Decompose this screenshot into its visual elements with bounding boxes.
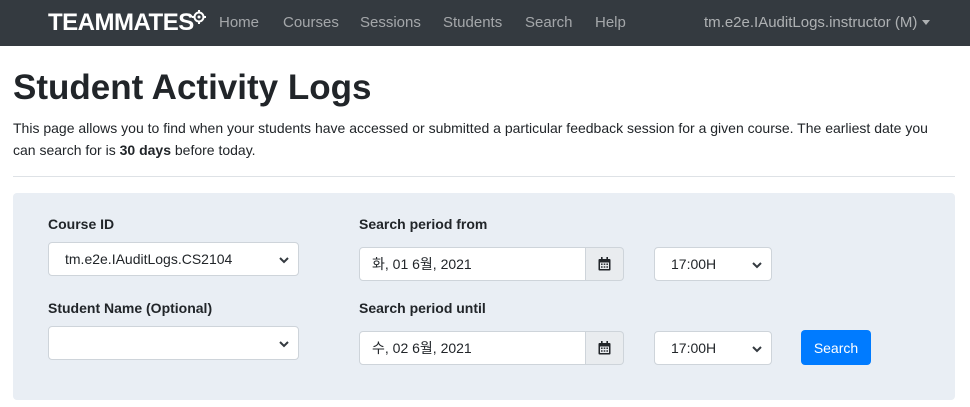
- nav-help[interactable]: Help: [595, 14, 626, 31]
- calendar-icon: [598, 341, 611, 355]
- user-menu[interactable]: tm.e2e.IAuditLogs.instructor (M): [704, 14, 931, 31]
- nav-courses[interactable]: Courses: [283, 14, 339, 31]
- intro-bold: 30 days: [119, 142, 171, 158]
- search-until-label: Search period until: [359, 300, 486, 316]
- until-time-value: 17:00H: [671, 340, 717, 356]
- intro-text-end: before today.: [170, 142, 256, 158]
- navbar: TEAMMATES Home Courses Sessions Students…: [0, 0, 970, 46]
- student-name-label: Student Name (Optional): [48, 300, 213, 316]
- divider: [13, 176, 955, 177]
- caret-down-icon: [922, 20, 931, 25]
- page-title: Student Activity Logs: [13, 68, 372, 107]
- until-calendar-button[interactable]: [586, 331, 624, 365]
- from-time-select[interactable]: 17:00H: [654, 247, 772, 281]
- nav-search[interactable]: Search: [525, 14, 573, 31]
- chevron-down-icon: [752, 262, 762, 269]
- page-description: This page allows you to find when your s…: [13, 117, 953, 161]
- from-date-value: 화, 01 6월, 2021: [372, 256, 472, 272]
- course-id-select[interactable]: tm.e2e.IAuditLogs.CS2104: [48, 242, 299, 276]
- gear-icon: [191, 10, 206, 24]
- chevron-down-icon: [279, 257, 289, 264]
- nav-students[interactable]: Students: [443, 14, 502, 31]
- course-id-value: tm.e2e.IAuditLogs.CS2104: [65, 251, 233, 267]
- until-date-value: 수, 02 6월, 2021: [372, 340, 472, 356]
- brand-text: TEAMMATES: [48, 9, 194, 36]
- search-from-label: Search period from: [359, 216, 488, 232]
- from-calendar-button[interactable]: [586, 247, 624, 281]
- search-button[interactable]: Search: [801, 330, 871, 365]
- until-date-input[interactable]: 수, 02 6월, 2021: [359, 331, 586, 365]
- course-id-label: Course ID: [48, 216, 115, 232]
- calendar-icon: [598, 257, 611, 271]
- user-menu-label: tm.e2e.IAuditLogs.instructor (M): [704, 14, 918, 31]
- brand-logo[interactable]: TEAMMATES: [48, 8, 206, 38]
- from-date-input[interactable]: 화, 01 6월, 2021: [359, 247, 586, 281]
- chevron-down-icon: [279, 341, 289, 348]
- until-time-select[interactable]: 17:00H: [654, 331, 772, 365]
- from-time-value: 17:00H: [671, 256, 717, 272]
- chevron-down-icon: [752, 346, 762, 353]
- nav-home[interactable]: Home: [219, 14, 259, 31]
- student-name-select[interactable]: [48, 326, 299, 360]
- nav-sessions[interactable]: Sessions: [360, 14, 421, 31]
